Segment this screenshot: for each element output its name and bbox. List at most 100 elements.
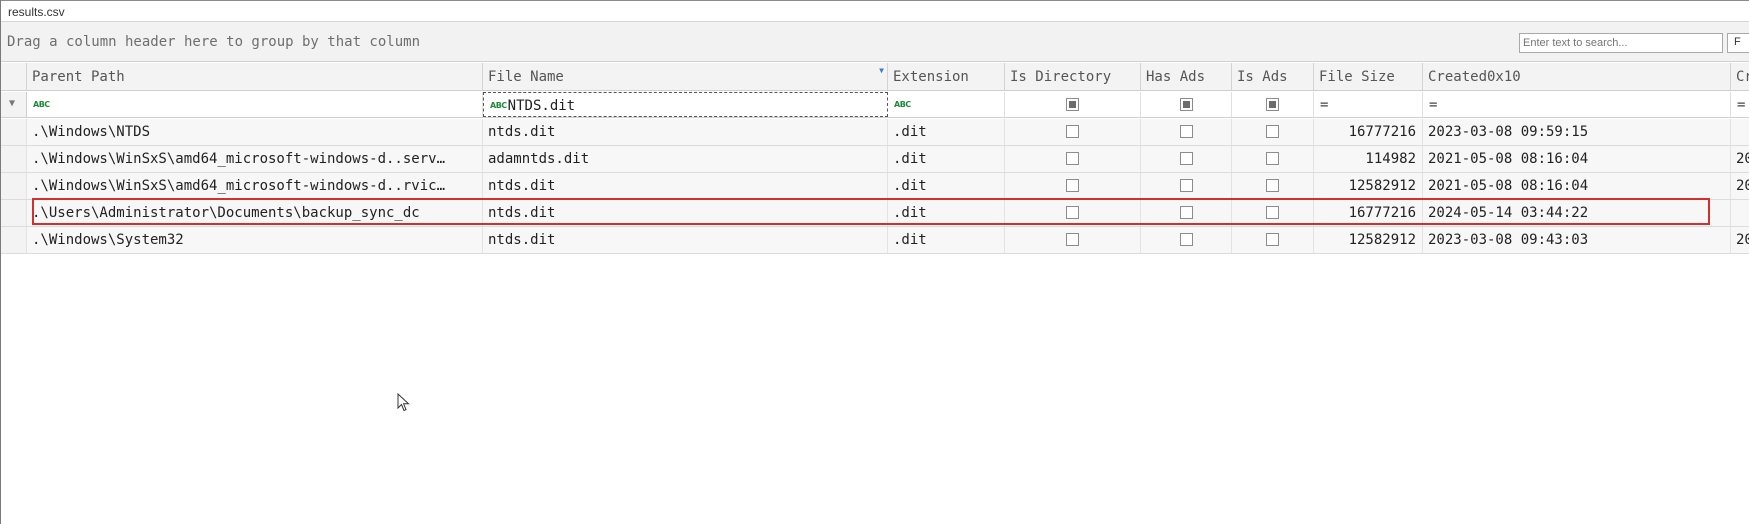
- checkbox[interactable]: [1066, 206, 1079, 219]
- cell-is-ads[interactable]: [1232, 146, 1314, 172]
- cell-file-size[interactable]: 16777216: [1314, 200, 1423, 226]
- filter-cell-is-ads[interactable]: [1232, 92, 1314, 117]
- checkbox[interactable]: [1180, 179, 1193, 192]
- cell-file-size[interactable]: 16777216: [1314, 119, 1423, 145]
- is-directory-filter-checkbox[interactable]: [1066, 98, 1079, 111]
- cell-file-name[interactable]: ntds.dit: [483, 119, 888, 145]
- row-indicator[interactable]: [1, 200, 27, 226]
- filter-cell-file-name[interactable]: ABCNTDS.dit: [483, 92, 888, 117]
- checkbox[interactable]: [1266, 152, 1279, 165]
- cell-is-ads[interactable]: [1232, 119, 1314, 145]
- cell-created-partial[interactable]: 20: [1731, 173, 1749, 199]
- column-header-has-ads[interactable]: Has Ads: [1141, 63, 1232, 90]
- cell-file-name[interactable]: ntds.dit: [483, 200, 888, 226]
- cell-is-directory[interactable]: [1005, 146, 1141, 172]
- row-indicator[interactable]: [1, 119, 27, 145]
- cell-has-ads[interactable]: [1141, 200, 1232, 226]
- cell-has-ads[interactable]: [1141, 146, 1232, 172]
- cell-is-ads[interactable]: [1232, 200, 1314, 226]
- cell-extension[interactable]: .dit: [888, 146, 1005, 172]
- filter-cell-created-partial[interactable]: =: [1731, 92, 1749, 117]
- column-header-extension[interactable]: Extension: [888, 63, 1005, 90]
- checkbox[interactable]: [1180, 206, 1193, 219]
- equals-operator: =: [1320, 97, 1329, 113]
- cell-extension[interactable]: .dit: [888, 227, 1005, 253]
- cell-file-size[interactable]: 12582912: [1314, 227, 1423, 253]
- column-header-file-name[interactable]: File Name ▼: [483, 63, 888, 90]
- cell-parent-path[interactable]: .\Windows\NTDS: [27, 119, 483, 145]
- filter-cell-extension[interactable]: ABC: [888, 92, 1005, 117]
- filter-cell-created0x10[interactable]: =: [1423, 92, 1731, 117]
- column-header-is-directory[interactable]: Is Directory: [1005, 63, 1141, 90]
- group-by-panel[interactable]: Drag a column header here to group by th…: [1, 22, 1749, 62]
- cell-is-directory[interactable]: [1005, 173, 1141, 199]
- cell-extension[interactable]: .dit: [888, 173, 1005, 199]
- search-input[interactable]: [1519, 33, 1723, 53]
- cell-file-size[interactable]: 114982: [1314, 146, 1423, 172]
- checkbox[interactable]: [1066, 233, 1079, 246]
- checkbox[interactable]: [1266, 233, 1279, 246]
- cell-is-directory[interactable]: [1005, 119, 1141, 145]
- cell-extension[interactable]: .dit: [888, 200, 1005, 226]
- filter-active-icon[interactable]: ▼: [879, 66, 884, 75]
- row-indicator[interactable]: [1, 173, 27, 199]
- cell-file-name[interactable]: ntds.dit: [483, 227, 888, 253]
- cell-is-directory[interactable]: [1005, 200, 1141, 226]
- checkbox[interactable]: [1266, 179, 1279, 192]
- cell-created-partial[interactable]: 20: [1731, 227, 1749, 253]
- column-header-created-partial[interactable]: Cr: [1731, 63, 1749, 90]
- cell-extension[interactable]: .dit: [888, 119, 1005, 145]
- checkbox[interactable]: [1066, 125, 1079, 138]
- text-filter-icon: ABC: [33, 100, 50, 109]
- column-header-parent-path[interactable]: Parent Path: [27, 63, 483, 90]
- checkbox[interactable]: [1066, 152, 1079, 165]
- cell-created0x10[interactable]: 2021-05-08 08:16:04: [1423, 173, 1731, 199]
- cell-parent-path[interactable]: .\Windows\WinSxS\amd64_microsoft-windows…: [27, 173, 483, 199]
- table-row[interactable]: .\Windows\WinSxS\amd64_microsoft-windows…: [1, 173, 1749, 200]
- cell-is-ads[interactable]: [1232, 173, 1314, 199]
- checkbox[interactable]: [1180, 152, 1193, 165]
- cell-has-ads[interactable]: [1141, 227, 1232, 253]
- checkbox[interactable]: [1266, 125, 1279, 138]
- cell-parent-path[interactable]: .\Windows\System32: [27, 227, 483, 253]
- filter-cell-is-directory[interactable]: [1005, 92, 1141, 117]
- cell-is-directory[interactable]: [1005, 227, 1141, 253]
- cell-file-name[interactable]: ntds.dit: [483, 173, 888, 199]
- column-header-created0x10[interactable]: Created0x10: [1423, 63, 1731, 90]
- cell-has-ads[interactable]: [1141, 173, 1232, 199]
- cell-has-ads[interactable]: [1141, 119, 1232, 145]
- equals-operator: =: [1429, 97, 1438, 113]
- has-ads-filter-checkbox[interactable]: [1180, 98, 1193, 111]
- filter-cell-file-size[interactable]: =: [1314, 92, 1423, 117]
- table-row[interactable]: .\Windows\WinSxS\amd64_microsoft-windows…: [1, 146, 1749, 173]
- checkbox[interactable]: [1180, 233, 1193, 246]
- table-row[interactable]: .\Windows\NTDS ntds.dit .dit 16777216 20…: [1, 119, 1749, 146]
- column-header-file-size[interactable]: File Size: [1314, 63, 1423, 90]
- cell-created0x10[interactable]: 2024-05-14 03:44:22: [1423, 200, 1731, 226]
- checkbox[interactable]: [1180, 125, 1193, 138]
- cell-is-ads[interactable]: [1232, 227, 1314, 253]
- cell-file-size[interactable]: 12582912: [1314, 173, 1423, 199]
- table-row[interactable]: .\Windows\System32 ntds.dit .dit 1258291…: [1, 227, 1749, 254]
- table-row-selected[interactable]: .\Users\Administrator\Documents\backup_s…: [1, 200, 1749, 227]
- filter-cell-has-ads[interactable]: [1141, 92, 1232, 117]
- is-ads-filter-checkbox[interactable]: [1266, 98, 1279, 111]
- cell-created-partial[interactable]: 20: [1731, 146, 1749, 172]
- cell-created-partial[interactable]: [1731, 119, 1749, 145]
- cell-created0x10[interactable]: 2021-05-08 08:16:04: [1423, 146, 1731, 172]
- cell-created0x10[interactable]: 2023-03-08 09:59:15: [1423, 119, 1731, 145]
- find-button[interactable]: F: [1727, 33, 1749, 53]
- column-header-is-ads[interactable]: Is Ads: [1232, 63, 1314, 90]
- window-title: results.csv: [8, 5, 65, 19]
- cell-file-name[interactable]: adamntds.dit: [483, 146, 888, 172]
- cell-created-partial[interactable]: [1731, 200, 1749, 226]
- checkbox[interactable]: [1066, 179, 1079, 192]
- cell-created0x10[interactable]: 2023-03-08 09:43:03: [1423, 227, 1731, 253]
- cell-parent-path[interactable]: .\Users\Administrator\Documents\backup_s…: [27, 200, 483, 226]
- row-indicator[interactable]: [1, 227, 27, 253]
- cell-parent-path[interactable]: .\Windows\WinSxS\amd64_microsoft-windows…: [27, 146, 483, 172]
- row-indicator[interactable]: [1, 146, 27, 172]
- filter-cell-parent-path[interactable]: ABC: [27, 92, 483, 117]
- mouse-cursor-icon: [397, 393, 410, 412]
- checkbox[interactable]: [1266, 206, 1279, 219]
